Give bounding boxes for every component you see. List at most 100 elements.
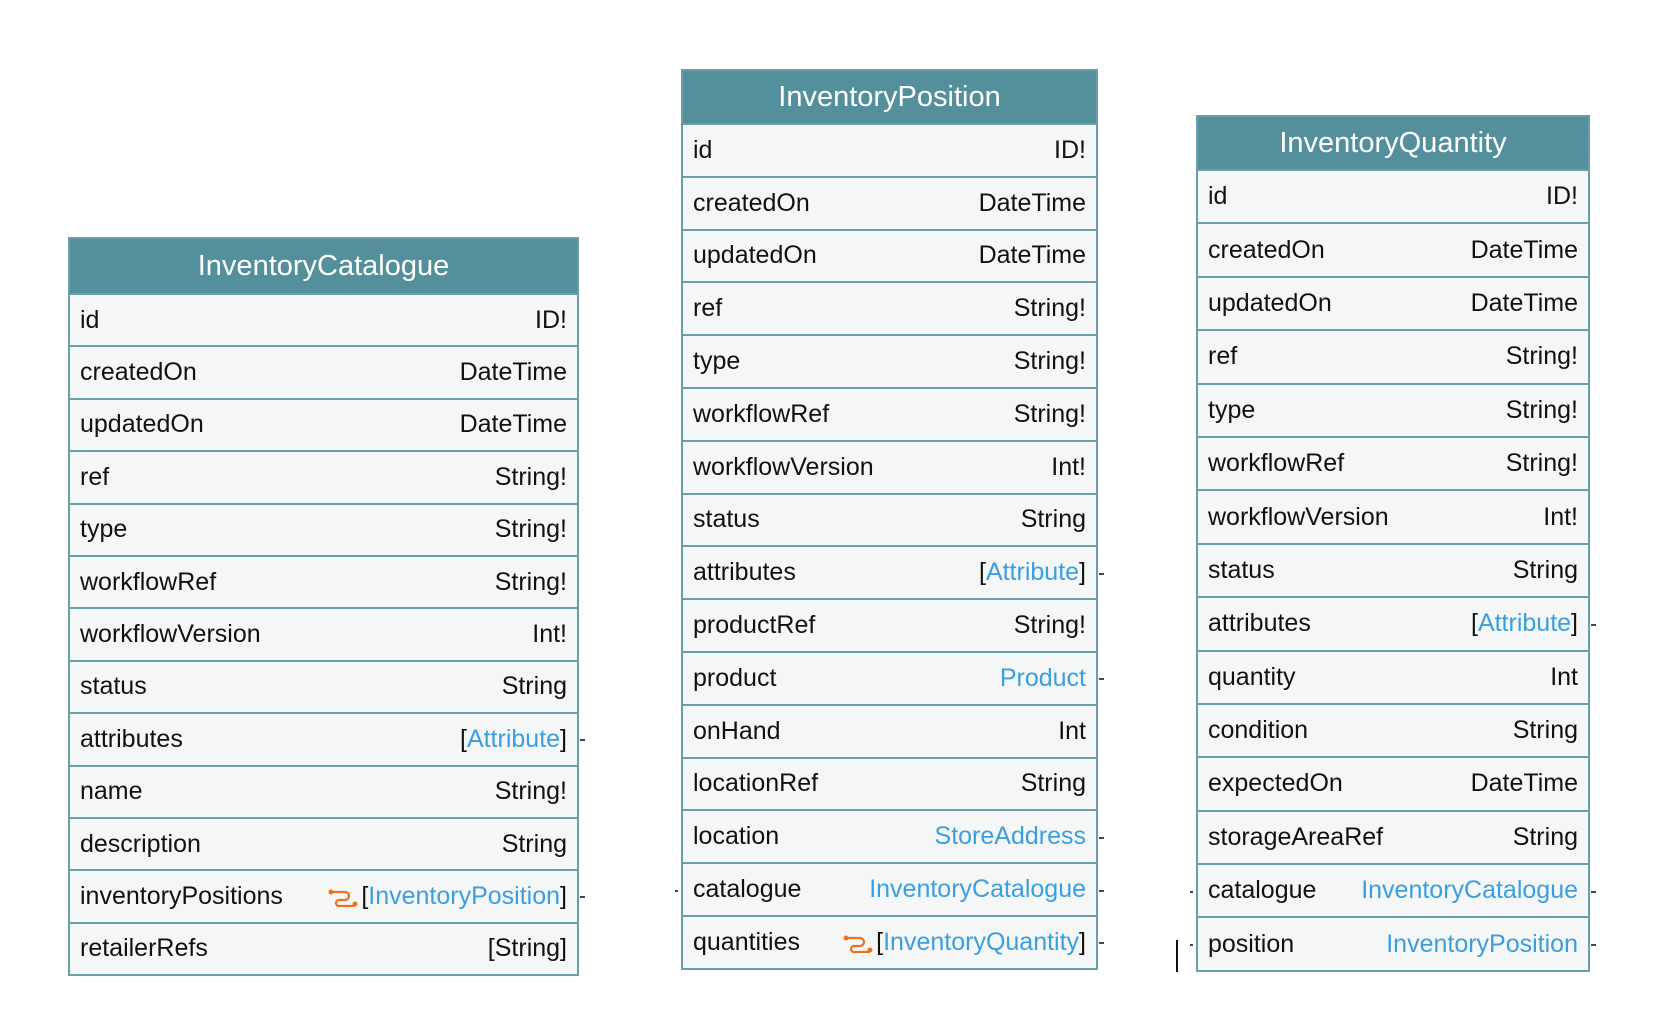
field-type: String — [502, 830, 567, 859]
type-link[interactable]: InventoryQuantity — [883, 928, 1079, 956]
field-type: Int! — [1543, 503, 1578, 532]
field-row[interactable]: workflowRef String! — [683, 386, 1096, 440]
field-row[interactable]: onHand Int — [683, 703, 1096, 757]
field-name: position — [1208, 929, 1295, 958]
table-inventory-catalogue[interactable]: InventoryCatalogue id ID! createdOn DateTime… — [68, 237, 585, 977]
field-row[interactable]: productRef String! — [683, 598, 1096, 651]
type-link[interactable]: InventoryCatalogue — [869, 875, 1086, 903]
field-row[interactable]: catalogue InventoryCatalogue — [1190, 863, 1596, 916]
field-name: ref — [1208, 342, 1238, 371]
field-name: status — [80, 672, 147, 701]
type-value: String — [1020, 505, 1086, 534]
type-link[interactable]: Attribute — [467, 725, 560, 753]
type-value: String! — [494, 462, 567, 491]
field-name: workflowVersion — [80, 620, 261, 649]
field-row[interactable]: inventoryPositions [InventoryPosition] — [70, 869, 585, 921]
field-type: String — [1021, 505, 1086, 534]
type-link[interactable]: StoreAddress — [935, 822, 1086, 850]
field-row[interactable]: workflowVersion Int! — [1198, 489, 1588, 542]
field-row[interactable]: createdOn DateTime — [683, 175, 1096, 229]
field-row[interactable]: description String — [70, 816, 577, 869]
text-cursor — [1176, 940, 1178, 972]
connector-dot — [1099, 836, 1104, 839]
table-title: InventoryPosition — [683, 71, 1096, 123]
field-row[interactable]: expectedOn DateTime — [1198, 756, 1588, 809]
field-row[interactable]: attributes [Attribute] — [70, 712, 585, 764]
field-row[interactable]: updatedOn DateTime — [683, 228, 1096, 282]
field-row[interactable]: status String — [70, 659, 577, 712]
field-name: quantity — [1208, 662, 1296, 691]
relation-icon — [843, 935, 873, 954]
field-row[interactable]: name String! — [70, 764, 577, 817]
type-value: [String] — [487, 934, 567, 963]
connector-dot — [675, 889, 678, 892]
field-row[interactable]: catalogue InventoryCatalogue — [675, 862, 1104, 915]
field-type: [Attribute] — [1471, 609, 1578, 638]
field-type: String — [1513, 716, 1578, 745]
field-name: storageAreaRef — [1208, 822, 1384, 851]
field-row[interactable]: location StoreAddress — [683, 809, 1104, 862]
type-value: DateTime — [459, 358, 567, 387]
field-name: inventoryPositions — [80, 881, 283, 910]
type-value: Int! — [1543, 502, 1578, 531]
field-row[interactable]: workflowRef String! — [70, 554, 577, 607]
field-row[interactable]: ref String! — [1198, 329, 1588, 382]
field-row[interactable]: retailerRefs [String] — [70, 921, 577, 974]
field-row[interactable]: quantity Int — [1198, 649, 1588, 703]
field-type: Int — [1058, 717, 1086, 746]
field-row[interactable]: position InventoryPosition — [1190, 916, 1596, 969]
field-row[interactable]: attributes [Attribute] — [1198, 596, 1596, 649]
field-row[interactable]: id ID! — [683, 123, 1096, 176]
type-link[interactable]: InventoryPosition — [368, 882, 560, 910]
type-value: String — [501, 672, 567, 701]
field-row[interactable]: type String! — [1198, 382, 1588, 436]
connector-dot — [580, 739, 585, 742]
field-row[interactable]: storageAreaRef String — [1198, 809, 1588, 863]
field-row[interactable]: status String — [683, 492, 1096, 546]
field-row[interactable]: createdOn DateTime — [1198, 222, 1588, 275]
table-inventory-position[interactable]: InventoryPosition id ID! createdOn DateTime u… — [675, 69, 1104, 970]
field-row[interactable]: attributes [Attribute] — [683, 545, 1104, 598]
field-name: name — [80, 777, 143, 806]
field-row[interactable]: ref String! — [70, 450, 577, 502]
type-link[interactable]: Attribute — [1478, 609, 1571, 637]
type-value: String — [1512, 716, 1578, 745]
field-row[interactable]: workflowVersion Int! — [683, 439, 1096, 493]
field-type: String! — [1014, 347, 1086, 376]
bracket: [ — [1470, 609, 1478, 638]
field-row[interactable]: createdOn DateTime — [70, 345, 577, 397]
field-row[interactable]: quantities [InventoryQuantity] — [683, 914, 1104, 968]
field-row[interactable]: workflowVersion Int! — [70, 607, 577, 659]
field-type: Int! — [532, 620, 567, 649]
field-name: product — [693, 663, 777, 692]
type-value: ID! — [535, 305, 567, 334]
field-row[interactable]: type String! — [70, 502, 577, 555]
table-title: InventoryQuantity — [1198, 117, 1588, 169]
field-row[interactable]: updatedOn DateTime — [1198, 275, 1588, 329]
type-link[interactable]: Attribute — [986, 558, 1079, 586]
field-name: createdOn — [80, 358, 197, 387]
field-row[interactable]: ref String! — [683, 281, 1096, 334]
field-name: expectedOn — [1208, 769, 1343, 798]
field-row[interactable]: status String — [1198, 542, 1588, 596]
bracket: [ — [978, 558, 986, 587]
field-row[interactable]: locationRef String — [683, 756, 1096, 810]
table-inventory-quantity[interactable]: InventoryQuantity id ID! createdOn DateTime u… — [1190, 115, 1596, 972]
field-row[interactable]: type String! — [683, 334, 1096, 387]
field-row[interactable]: updatedOn DateTime — [70, 397, 577, 450]
field-type: String! — [1014, 294, 1086, 323]
field-row[interactable]: id ID! — [70, 293, 577, 345]
field-row[interactable]: workflowRef String! — [1198, 435, 1588, 489]
type-link[interactable]: Product — [1000, 664, 1086, 692]
field-type: Product — [1000, 664, 1086, 693]
field-type: StoreAddress — [935, 822, 1086, 851]
field-row[interactable]: condition String — [1198, 702, 1588, 756]
type-value: DateTime — [978, 241, 1086, 270]
field-type: InventoryCatalogue — [869, 875, 1086, 904]
type-link[interactable]: InventoryCatalogue — [1361, 876, 1578, 904]
field-row[interactable]: product Product — [683, 650, 1104, 704]
type-value: String — [501, 829, 567, 858]
field-row[interactable]: id ID! — [1198, 169, 1588, 222]
field-type: String! — [495, 463, 567, 492]
type-link[interactable]: InventoryPosition — [1386, 930, 1578, 958]
